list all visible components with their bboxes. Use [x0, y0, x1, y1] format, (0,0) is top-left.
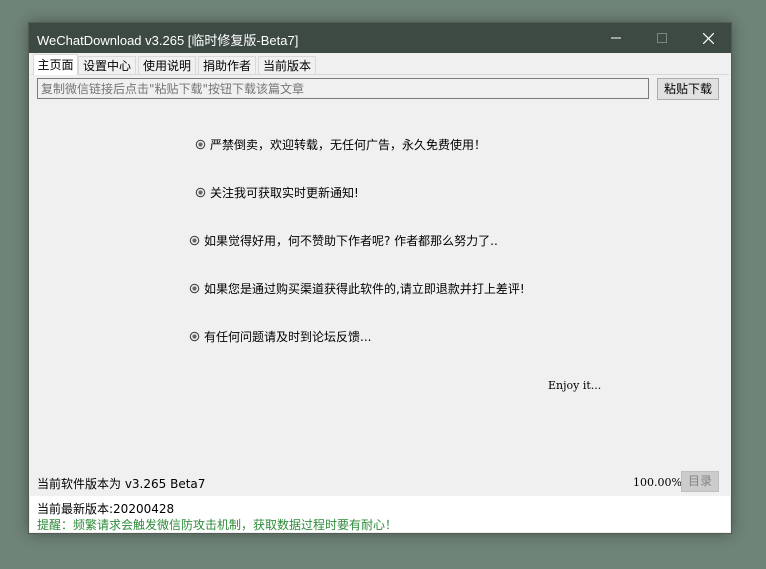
tab-donate[interactable]: 捐助作者 [198, 56, 256, 74]
notice-item: 关注我可获取实时更新通知! [195, 184, 359, 201]
article-url-input[interactable] [37, 78, 649, 99]
paste-download-button[interactable]: 粘贴下载 [657, 78, 719, 100]
close-button[interactable] [685, 23, 731, 53]
notice-item: 有任何问题请及时到论坛反馈... [189, 328, 371, 345]
title-bar[interactable]: WeChatDownload v3.265 [临时修复版-Beta7] [29, 23, 731, 53]
minimize-button[interactable] [593, 23, 639, 53]
minimize-icon [611, 37, 621, 39]
tab-bar: 主页面 设置中心 使用说明 捐助作者 当前版本 [31, 54, 729, 75]
notice-text: 关注我可获取实时更新通知! [210, 186, 359, 200]
notice-item: 如果您是通过购买渠道获得此软件的,请立即退款并打上差评! [189, 280, 525, 297]
maximize-button[interactable] [639, 23, 685, 53]
current-version-label: 当前软件版本为 v3.265 Beta7 [37, 477, 206, 491]
close-icon [702, 32, 714, 44]
circle-dot-icon [189, 235, 200, 246]
window-title: WeChatDownload v3.265 [临时修复版-Beta7] [37, 33, 299, 48]
notice-text: 有任何问题请及时到论坛反馈... [204, 330, 372, 344]
circle-dot-icon [189, 331, 200, 342]
notice-text: 严禁倒卖，欢迎转载，无任何广告，永久免费使用！ [210, 138, 487, 152]
notice-item: 严禁倒卖，欢迎转载，无任何广告，永久免费使用！ [195, 136, 486, 153]
zoom-level: 100.00% [633, 476, 682, 489]
enjoy-text: Enjoy it... [548, 379, 602, 392]
tab-settings[interactable]: 设置中心 [78, 56, 136, 74]
notice-text: 如果您是通过购买渠道获得此软件的,请立即退款并打上差评! [204, 282, 525, 296]
footer-panel: 当前最新版本:20200428 提醒：频繁请求会触发微信防攻击机制，获取数据过程… [30, 496, 730, 532]
tab-home[interactable]: 主页面 [33, 54, 78, 75]
circle-dot-icon [195, 139, 206, 150]
tab-instructions[interactable]: 使用说明 [138, 56, 196, 74]
warning-text: 提醒：频繁请求会触发微信防攻击机制，获取数据过程时要有耐心！ [37, 518, 398, 532]
toc-button[interactable]: 目录 [681, 471, 719, 492]
notice-item: 如果觉得好用，何不赞助下作者呢? 作者都那么努力了.. [189, 232, 498, 249]
tab-current-version[interactable]: 当前版本 [258, 56, 316, 74]
maximize-icon [657, 33, 667, 43]
latest-version-text: 当前最新版本:20200428 [37, 502, 175, 516]
circle-dot-icon [189, 283, 200, 294]
notice-text: 如果觉得好用，何不赞助下作者呢? 作者都那么努力了.. [204, 234, 498, 248]
app-window: WeChatDownload v3.265 [临时修复版-Beta7] 主页面 … [28, 22, 732, 534]
circle-dot-icon [195, 187, 206, 198]
